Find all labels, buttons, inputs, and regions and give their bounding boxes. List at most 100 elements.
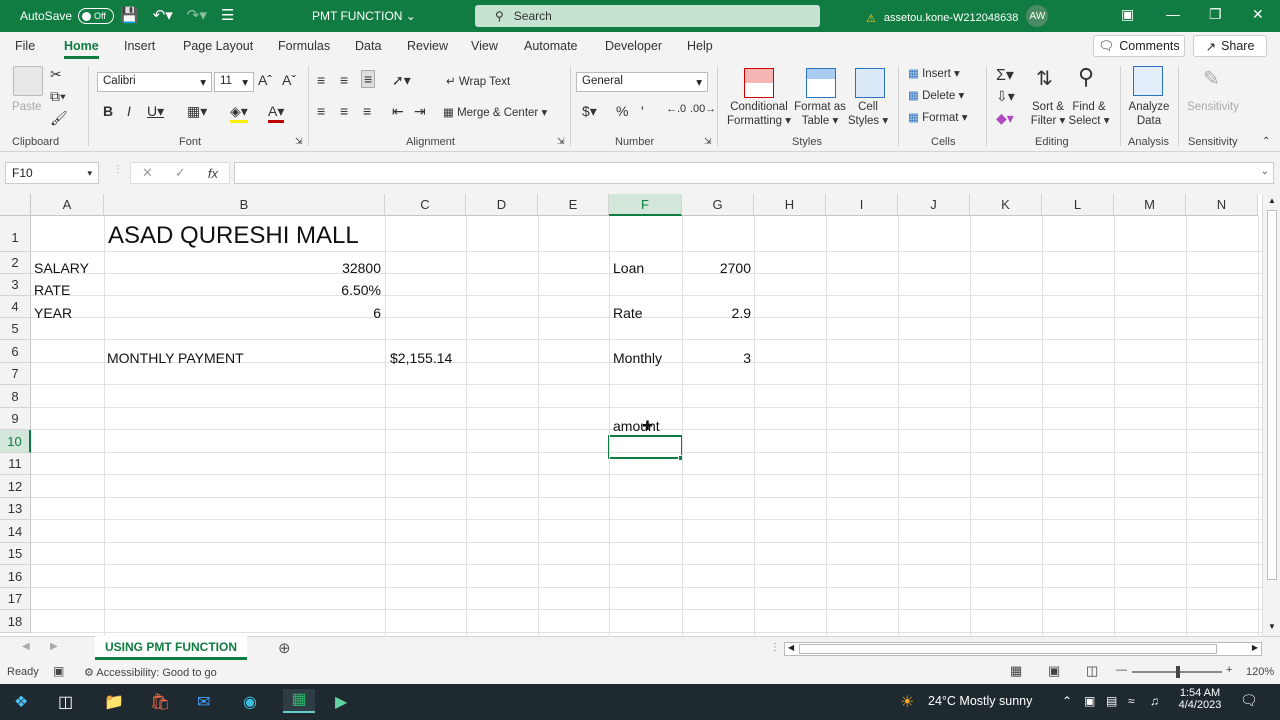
merge-center-button[interactable]: ▦ Merge & Center ▾	[443, 105, 547, 119]
clear-icon[interactable]: ◆▾	[996, 110, 1014, 127]
page-layout-icon[interactable]: ▣	[1048, 663, 1060, 679]
tab-view[interactable]: View	[471, 39, 498, 53]
row-header-4[interactable]: 4	[0, 296, 31, 318]
alignment-launcher-icon[interactable]: ⇲	[557, 136, 565, 147]
cell-B4[interactable]: 6	[104, 305, 381, 321]
tab-automate[interactable]: Automate	[524, 39, 578, 53]
align-center-icon[interactable]: ≡	[340, 103, 348, 119]
cell-G6[interactable]: 3	[683, 350, 751, 366]
show-hidden-icon[interactable]: ⌃	[1062, 694, 1072, 708]
page-break-icon[interactable]: ◫	[1086, 663, 1098, 679]
underline-icon[interactable]: U▾	[147, 103, 164, 120]
accessibility-status[interactable]: ⚙ Accessibility: Good to go	[84, 666, 217, 679]
formula-input[interactable]: ⌄	[234, 162, 1274, 184]
excel-taskbar-icon[interactable]: ▦	[283, 689, 315, 713]
cell-G4[interactable]: 2.9	[683, 305, 751, 321]
app-taskbar-icon[interactable]: ▶	[335, 692, 347, 712]
sheet-tab-active[interactable]: USING PMT FUNCTION	[95, 636, 247, 660]
tab-page-layout[interactable]: Page Layout	[183, 39, 253, 53]
row-header-18[interactable]: 18	[0, 610, 31, 633]
customize-qat-icon[interactable]: ☰	[221, 6, 234, 24]
autosave-toggle[interactable]: AutoSave Off	[20, 8, 115, 24]
windows-start-icon[interactable]: ❖	[14, 692, 28, 712]
analyze-data-button[interactable]: Analyze Data	[1124, 100, 1174, 128]
next-sheet-icon[interactable]: ▶	[50, 641, 58, 652]
cell-B2[interactable]: 32800	[104, 260, 381, 276]
row-header-3[interactable]: 3	[0, 274, 31, 296]
tab-developer[interactable]: Developer	[605, 39, 662, 53]
font-size-select[interactable]: 11 ▾	[214, 72, 254, 92]
cell-F2[interactable]: Loan	[613, 260, 644, 276]
increase-font-icon[interactable]: Aˆ	[258, 72, 272, 88]
fill-handle[interactable]	[678, 455, 684, 461]
spreadsheet-grid[interactable]: ASAD QURESHI MALL SALARY 32800 RATE 6.50…	[0, 194, 1262, 636]
account-area[interactable]: ⚠ assetou.kone-W212048638 AW	[866, 5, 1049, 27]
column-header-m[interactable]: M	[1114, 194, 1186, 216]
vertical-scrollbar[interactable]: ▲ ▼	[1262, 194, 1280, 636]
sort-filter-button[interactable]: Sort & Filter ▾	[1026, 100, 1070, 128]
mail-icon[interactable]: ✉	[197, 692, 210, 712]
row-header-13[interactable]: 13	[0, 498, 31, 520]
percent-icon[interactable]: %	[616, 103, 628, 119]
currency-icon[interactable]: $▾	[582, 103, 597, 120]
decrease-decimal-icon[interactable]: .00→	[690, 103, 716, 115]
cell-A3[interactable]: RATE	[34, 282, 70, 298]
find-select-button[interactable]: Find & Select ▾	[1066, 100, 1112, 128]
italic-icon[interactable]: I	[127, 103, 131, 119]
autosum-icon[interactable]: Σ▾	[996, 65, 1014, 85]
conditional-formatting-button[interactable]: Conditional Formatting ▾	[722, 100, 796, 128]
store-icon[interactable]: 🛍	[150, 692, 170, 712]
share-button[interactable]: ↗ Share	[1193, 35, 1267, 57]
search-box[interactable]: ⚲ Search	[475, 5, 820, 27]
cancel-icon[interactable]: ✕	[142, 165, 153, 181]
save-icon[interactable]: 💾	[120, 6, 139, 24]
zoom-slider-thumb[interactable]	[1176, 666, 1180, 678]
cell-B6[interactable]: MONTHLY PAYMENT	[107, 350, 244, 366]
cell-styles-button[interactable]: Cell Styles ▾	[846, 100, 890, 128]
analyze-data-icon[interactable]	[1133, 66, 1163, 96]
cell-C6[interactable]: $2,155.14	[390, 350, 452, 366]
paste-button[interactable]: Paste	[12, 100, 41, 114]
row-header-2[interactable]: 2	[0, 252, 31, 274]
cut-icon[interactable]: ✂	[50, 66, 62, 83]
row-header-1[interactable]: 1	[0, 216, 31, 252]
comments-button[interactable]: 🗨 Comments	[1093, 35, 1185, 57]
clock[interactable]: 1:54 AM 4/4/2023	[1178, 687, 1222, 711]
column-header-k[interactable]: K	[970, 194, 1042, 216]
edge-icon[interactable]: ◉	[243, 692, 257, 712]
select-all-corner[interactable]	[0, 194, 31, 216]
scroll-left-icon[interactable]: ◀	[788, 643, 794, 652]
row-header-10[interactable]: 10	[0, 430, 31, 453]
column-header-d[interactable]: D	[466, 194, 538, 216]
conditional-formatting-icon[interactable]	[744, 68, 774, 98]
tab-formulas[interactable]: Formulas	[278, 39, 330, 53]
decrease-font-icon[interactable]: Aˇ	[282, 72, 296, 88]
row-header-6[interactable]: 6	[0, 340, 31, 363]
row-header-15[interactable]: 15	[0, 543, 31, 565]
selected-cell[interactable]	[608, 435, 683, 459]
minimize-icon[interactable]: —	[1166, 6, 1180, 22]
cell-G2[interactable]: 2700	[683, 260, 751, 276]
zoom-in-icon[interactable]: +	[1226, 664, 1232, 676]
number-format-select[interactable]: General ▾	[576, 72, 708, 92]
column-header-j[interactable]: J	[898, 194, 970, 216]
column-header-a[interactable]: A	[31, 194, 104, 216]
redo-icon[interactable]: ↷▾	[187, 6, 207, 24]
file-explorer-icon[interactable]: 📁	[104, 692, 124, 712]
format-as-table-button[interactable]: Format as Table ▾	[790, 100, 850, 128]
name-box[interactable]: F10 ▾	[5, 162, 99, 184]
zoom-level[interactable]: 120%	[1246, 666, 1274, 678]
macro-icon[interactable]: ▣	[53, 664, 64, 678]
delete-cells-button[interactable]: ▦ Delete ▾	[908, 88, 964, 102]
format-cells-button[interactable]: ▦ Format ▾	[908, 110, 967, 124]
weather-text[interactable]: 24°C Mostly sunny	[928, 694, 1032, 708]
increase-indent-icon[interactable]: ⇥	[414, 103, 426, 120]
vertical-scroll-thumb[interactable]	[1267, 210, 1277, 580]
row-header-11[interactable]: 11	[0, 453, 31, 475]
column-header-n[interactable]: N	[1186, 194, 1258, 216]
font-name-select[interactable]: Calibri ▾	[97, 72, 212, 92]
row-header-17[interactable]: 17	[0, 588, 31, 610]
borders-icon[interactable]: ▦▾	[187, 103, 207, 120]
column-header-i[interactable]: I	[826, 194, 898, 216]
font-launcher-icon[interactable]: ⇲	[295, 136, 303, 147]
